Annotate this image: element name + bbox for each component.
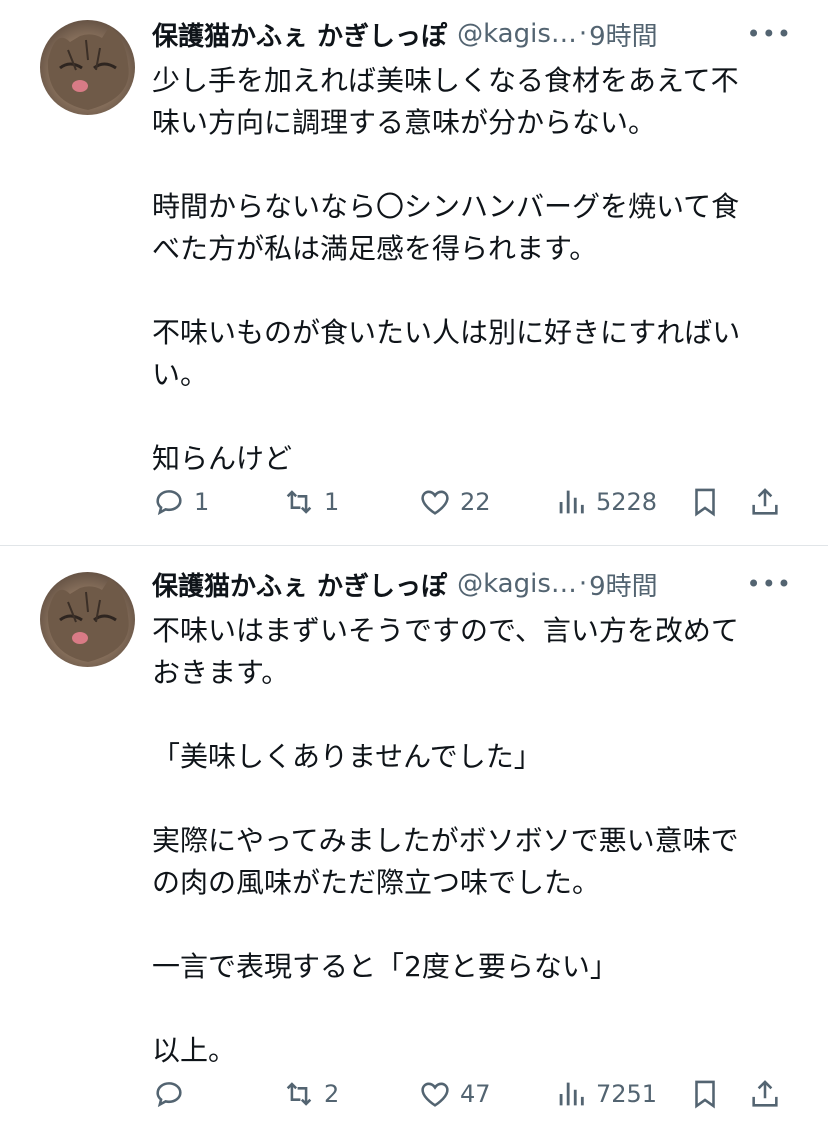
retweet-button[interactable]: 1 [282,485,339,519]
reply-icon [156,490,182,516]
like-icon [421,1082,449,1107]
bookmark-icon [695,488,715,517]
views-button[interactable]: 7251 [554,1077,657,1111]
like-count: 47 [460,1080,491,1108]
share-button[interactable] [748,485,782,519]
like-icon [421,490,449,515]
tweet-header: 保護猫かふぇ かぎしっぽ @kagis… · 9時間 [152,562,792,606]
handle[interactable]: @kagis… [457,19,577,49]
avatar[interactable] [40,20,135,115]
share-button[interactable] [748,1077,782,1111]
tweet[interactable]: 保護猫かふぇ かぎしっぽ @kagis… · 9時間 ••• 不味いはまずいそう… [0,546,828,1132]
share-icon [752,488,778,515]
timestamp[interactable]: 9時間 [589,16,658,53]
more-icon[interactable]: ••• [747,570,792,598]
display-name[interactable]: 保護猫かふぇ かぎしっぽ [152,566,447,603]
tweet-text: 不味いはまずいそうですので、言い方を改めて おきます。 「美味しくありませんでし… [152,614,739,1067]
views-icon [559,1082,584,1106]
like-count: 22 [460,488,491,516]
retweet-count: 1 [324,488,340,516]
separator: · [578,569,588,599]
like-button[interactable]: 22 [418,485,491,519]
bookmark-button[interactable] [688,485,722,519]
retweet-icon [286,1082,312,1106]
reply-button[interactable] [152,1077,194,1111]
views-count: 5228 [596,488,658,516]
handle[interactable]: @kagis… [457,569,577,599]
bookmark-icon [695,1080,715,1109]
timestamp[interactable]: 9時間 [589,566,658,603]
tweet-header: 保護猫かふぇ かぎしっぽ @kagis… · 9時間 [152,12,792,56]
views-button[interactable]: 5228 [554,485,657,519]
action-bar: 1 1 22 5228 [152,482,792,522]
retweet-button[interactable]: 2 [282,1077,339,1111]
retweet-icon [286,490,312,514]
tweet-text: 少し手を加えれば美味しくなる食材をあえて不 味い方向に調理する意味が分からない。… [152,64,741,475]
action-bar: 2 47 7251 [152,1074,792,1114]
more-icon[interactable]: ••• [747,20,792,48]
tweet[interactable]: 保護猫かふぇ かぎしっぽ @kagis… · 9時間 ••• 少し手を加えれば美… [0,0,828,546]
reply-icon [156,1082,182,1108]
separator: · [578,19,588,49]
like-button[interactable]: 47 [418,1077,491,1111]
share-icon [752,1080,778,1107]
retweet-count: 2 [324,1080,340,1108]
reply-count: 1 [194,488,210,516]
display-name[interactable]: 保護猫かふぇ かぎしっぽ [152,16,447,53]
reply-button[interactable]: 1 [152,485,209,519]
views-count: 7251 [596,1080,658,1108]
bookmark-button[interactable] [688,1077,722,1111]
avatar[interactable] [40,572,135,667]
views-icon [559,490,584,514]
